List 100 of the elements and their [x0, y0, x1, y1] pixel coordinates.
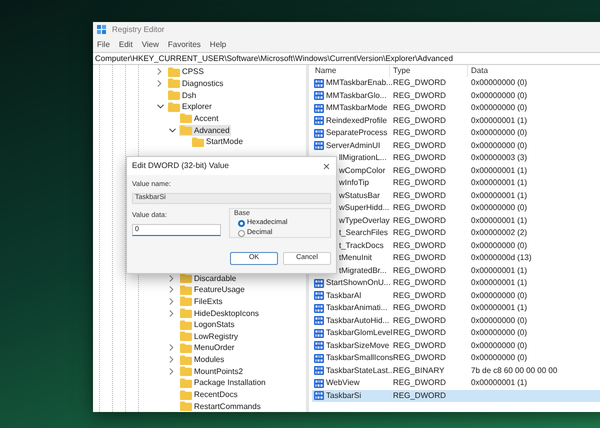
value-row[interactable]: ReindexedProfile REG_DWORD 0x00000001 (1)	[312, 114, 600, 127]
folder-icon	[180, 354, 192, 365]
value-row[interactable]: TaskbarAutoHid... REG_DWORD 0x00000000 (0)	[312, 314, 600, 327]
chevron-right-icon[interactable]	[169, 274, 174, 282]
value-data: 0x00000001 (1)	[470, 164, 528, 177]
radio-button[interactable]	[238, 230, 245, 236]
value-row[interactable]: WebView REG_DWORD 0x00000001 (1)	[312, 377, 600, 390]
tree-item[interactable]: MountPoints2	[179, 366, 244, 377]
chevron-right-icon[interactable]	[157, 68, 162, 76]
value-type: REG_DWORD	[392, 164, 447, 177]
chevron-right-icon[interactable]	[169, 344, 174, 352]
chevron-down-icon[interactable]	[157, 104, 164, 110]
chevron-down-icon[interactable]	[169, 128, 176, 133]
tree-item[interactable]: LogonStats	[179, 319, 236, 330]
binary-value-icon	[314, 328, 324, 338]
value-data: 7b de c8 60 00 00 00 00	[470, 364, 558, 377]
tree-item[interactable]: StartMode	[191, 136, 244, 148]
tree-item[interactable]: CPSS	[167, 66, 205, 78]
binary-value-icon	[314, 378, 324, 388]
tree-item[interactable]: Accent	[179, 112, 220, 124]
close-icon[interactable]	[322, 162, 331, 170]
value-row[interactable]: TaskbarStateLast...REG_BINARY 7b de c8 60 00 00 00 00	[312, 364, 600, 377]
value-row[interactable]: SeparateProcess REG_DWORD 0x00000000 (0)	[312, 127, 600, 140]
chevron-right-icon[interactable]	[169, 310, 174, 317]
tree-item[interactable]: Explorer	[167, 101, 213, 112]
value-row[interactable]: StartShownOnU... REG_DWORD 0x00000001 (1)	[312, 277, 600, 290]
binary-value-icon	[314, 366, 324, 376]
value-type: REG_DWORD	[392, 177, 447, 190]
value-name: t_SearchFiles	[339, 227, 388, 240]
value-data: 0x00000000 (0)	[470, 327, 528, 340]
value-row[interactable]: TaskbarSi REG_DWORD	[312, 390, 600, 402]
address-bar[interactable]: Computer\HKEY_CURRENT_USER\Software\Microsoft\Windows\CurrentVersion\Explorer\Advanced	[93, 52, 600, 65]
value-row[interactable]: TaskbarAl REG_DWORD 0x00000000 (0)	[312, 290, 600, 302]
menu-item[interactable]: Help	[210, 39, 226, 51]
menu-item[interactable]: Edit	[118, 39, 133, 51]
chevron-right-icon[interactable]	[169, 356, 174, 364]
radio-button[interactable]	[238, 220, 245, 226]
tree-item[interactable]: Dsh	[167, 90, 198, 101]
tree-item[interactable]: FileExts	[179, 296, 224, 307]
value-row[interactable]: MMTaskbarMode REG_DWORD 0x00000000 (0)	[312, 102, 600, 114]
menu-item[interactable]: Favorites	[168, 39, 201, 51]
value-data: 0x0000000d (13)	[470, 252, 532, 264]
folder-icon	[168, 102, 180, 112]
value-row[interactable]: TaskbarSmallIconsREG_DWORD 0x00000000 (0)	[312, 352, 600, 364]
tree-item[interactable]: Modules	[179, 354, 226, 366]
tree-item[interactable]: Package Installation	[179, 377, 267, 388]
binary-value-icon	[314, 354, 324, 363]
folder-icon	[180, 366, 192, 376]
value-data: 0x00000000 (0)	[470, 77, 528, 90]
dialog-title: Edit DWORD (32-bit) Value	[132, 160, 229, 172]
binary-value-icon	[314, 78, 324, 88]
tree-item[interactable]: RecentDocs	[179, 389, 239, 400]
value-row[interactable]: TaskbarSizeMove REG_DWORD 0x00000000 (0)	[312, 340, 600, 352]
value-row[interactable]: TaskbarAnimati... REG_DWORD 0x00000001 (1)	[312, 302, 600, 314]
value-name: WebView	[326, 377, 360, 390]
value-name: TaskbarSizeMove	[326, 340, 390, 352]
binary-value-icon	[314, 341, 324, 350]
value-row[interactable]: MMTaskbarGlo... REG_DWORD 0x00000000 (0)	[312, 90, 600, 102]
column-header[interactable]: Name	[312, 65, 390, 77]
chevron-right-icon[interactable]	[169, 368, 174, 375]
tree-item[interactable]: HideDesktopIcons	[179, 308, 260, 319]
folder-icon	[180, 308, 192, 318]
binary-value-icon	[314, 104, 324, 113]
column-header[interactable]: Type	[390, 65, 468, 77]
value-name: TaskbarAnimati...	[326, 302, 388, 314]
value-type: REG_DWORD	[392, 302, 447, 314]
value-data: 0x00000001 (1)	[470, 190, 528, 202]
value-type: REG_DWORD	[392, 102, 447, 114]
column-header[interactable]: Data	[468, 65, 600, 77]
tree-item[interactable]: MenuOrder	[179, 342, 236, 354]
value-type: REG_DWORD	[392, 264, 447, 277]
chevron-right-icon[interactable]	[169, 298, 174, 305]
value-type: REG_DWORD	[392, 114, 447, 127]
tree-item[interactable]: Discardable	[179, 272, 238, 284]
folder-icon	[180, 401, 192, 412]
value-name: TaskbarStateLast...	[326, 364, 394, 377]
value-name: TaskbarSmallIcons	[326, 352, 394, 364]
value-row[interactable]: ServerAdminUI REG_DWORD 0x00000000 (0)	[312, 140, 600, 152]
menu-item[interactable]: View	[142, 39, 159, 51]
value-row[interactable]: MMTaskbarEnab...REG_DWORD 0x00000000 (0)	[312, 77, 600, 90]
tree-item[interactable]: Diagnostics	[167, 78, 224, 89]
value-name: ServerAdminUI	[326, 140, 380, 152]
chevron-right-icon[interactable]	[157, 80, 162, 87]
folder-icon	[168, 78, 180, 88]
tree-item[interactable]: FeatureUsage	[179, 284, 246, 296]
menu-item[interactable]: File	[97, 39, 110, 51]
folder-icon	[168, 90, 180, 100]
app-icon	[97, 25, 107, 35]
value-row[interactable]: TaskbarGlomLevelREG_DWORD 0x00000000 (0)	[312, 327, 600, 340]
tree-item[interactable]: Advanced	[179, 124, 231, 136]
folder-icon	[180, 331, 192, 342]
folder-icon	[180, 378, 192, 388]
value-data: 0x00000001 (1)	[470, 264, 528, 277]
chevron-right-icon[interactable]	[169, 286, 174, 294]
value-data: 0x00000001 (1)	[470, 277, 528, 290]
tree-item[interactable]: LowRegistry	[179, 330, 240, 342]
value-name: MMTaskbarEnab...	[326, 77, 393, 90]
value-name: wTypeOverlay	[339, 214, 390, 227]
value-data: 0x00000000 (0)	[470, 352, 528, 364]
tree-item[interactable]: RestartCommands	[179, 400, 262, 412]
